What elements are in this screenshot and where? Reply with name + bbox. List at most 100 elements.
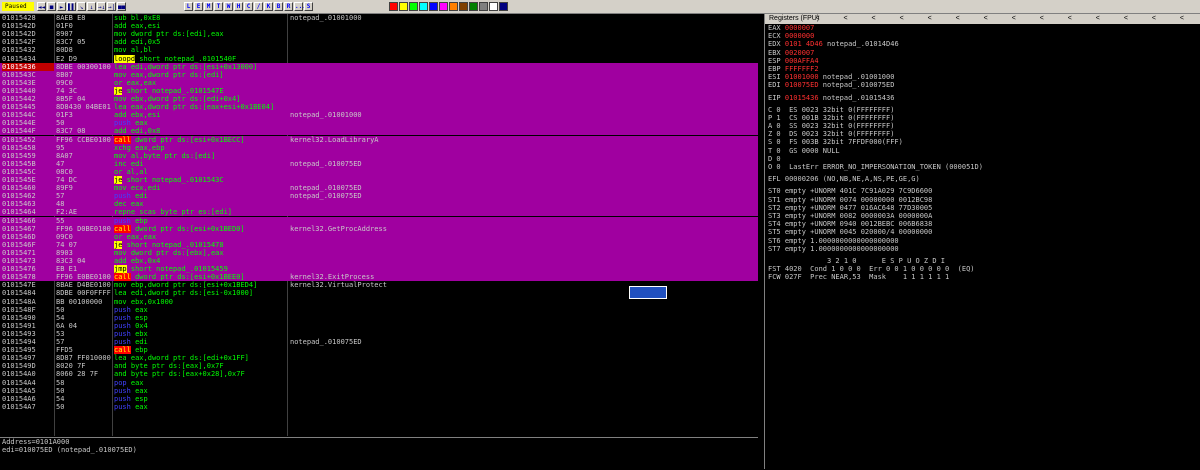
debug-control-button[interactable]: ►: [57, 2, 66, 11]
flag-row[interactable]: T 0 GS 0000 NULL: [765, 147, 1200, 155]
disasm-row[interactable]: 01015478 FF96 E0BE0100 call dword ptr ds:[…: [0, 273, 758, 282]
register-row[interactable]: EAX 0000007: [765, 24, 1200, 32]
window-button[interactable]: R: [284, 2, 293, 11]
color-button[interactable]: [439, 2, 448, 11]
window-button[interactable]: S: [304, 2, 313, 11]
debug-control-button[interactable]: ↘: [77, 2, 86, 11]
disasm-row[interactable]: 0101544F 83C7 08 add edi,0x8: [0, 127, 758, 136]
disasm-row[interactable]: 0101544C 01F3 add ebx,esi notepad_.01001000: [0, 111, 758, 120]
register-row[interactable]: EIP 01015436 notepad_.01015436: [765, 94, 1200, 102]
window-button[interactable]: K: [264, 2, 273, 11]
register-row[interactable]: EBX 0020007: [765, 49, 1200, 57]
fpu-row[interactable]: ST0 empty +UNORM 401C 7C91A029 7C9D6600: [765, 187, 1200, 195]
disasm-row[interactable]: 0101544E 50 push eax: [0, 119, 758, 128]
disasm-row[interactable]: 01015476 EB E1 jmp short notepad_.01015459: [0, 265, 758, 274]
window-button[interactable]: ...: [294, 2, 306, 11]
color-button[interactable]: [409, 2, 418, 11]
debug-control-button[interactable]: ↓: [87, 2, 96, 11]
debug-control-button[interactable]: ■■: [117, 2, 126, 11]
window-button[interactable]: E: [194, 2, 203, 11]
disasm-row[interactable]: 01015473 83C3 04 add ebx,0x4: [0, 257, 758, 266]
color-button[interactable]: [479, 2, 488, 11]
debug-control-button[interactable]: →↓: [97, 2, 106, 11]
disasm-row[interactable]: 0101546D 09C0 or eax,eax: [0, 232, 758, 241]
debug-control-button[interactable]: →|: [107, 2, 116, 11]
disasm-row[interactable]: 0101545E 74 DC je short notepad_.0101543C: [0, 176, 758, 185]
disasm-row[interactable]: 0101542D 8907 mov dword ptr ds:[edi],eax: [0, 30, 758, 38]
disasm-row[interactable]: 01015440 74 3C je short notepad_.0101547E: [0, 86, 758, 95]
disasm-row[interactable]: 01015445 8D8430 04BE01 lea eax,dword ptr d…: [0, 103, 758, 112]
fpu-row[interactable]: ST2 empty +UNORM 0477 016AC648 77D30005: [765, 204, 1200, 212]
window-button[interactable]: L: [184, 2, 193, 11]
disasm-row[interactable]: 010154A4 58 pop eax: [0, 379, 758, 387]
register-row[interactable]: EDX 0101 4D46 notepad_.01014D46: [765, 40, 1200, 48]
disasm-row[interactable]: 0101543C 8B07 mov eax,dword ptr ds:[edi]: [0, 70, 758, 79]
registers-pane[interactable]: Registers (FPU) < < < < < < < < < < < < …: [764, 14, 1200, 469]
window-button[interactable]: H: [234, 2, 243, 11]
fpu-row[interactable]: ST6 empty 1.0000000000000000000: [765, 237, 1200, 245]
fpu-row[interactable]: ST4 empty +UNORM 0940 0012BEBC 006B6838: [765, 220, 1200, 228]
register-row[interactable]: EDI 010075ED notepad_.010075ED: [765, 81, 1200, 89]
nav-arrows[interactable]: < < < < < < < < < < < < < <: [815, 14, 1195, 24]
color-button[interactable]: [399, 2, 408, 11]
fpu-row[interactable]: ST3 empty +UNORM 0082 0000003A 0000000A: [765, 212, 1200, 220]
disasm-row[interactable]: 01015491 6A 04 push 0x4: [0, 322, 758, 330]
disasm-row[interactable]: 010154A5 50 push eax: [0, 387, 758, 395]
disasm-row[interactable]: 0101543E 09C0 or eax,eax: [0, 78, 758, 87]
color-button[interactable]: [449, 2, 458, 11]
disasm-row[interactable]: 01015471 8903 mov dword ptr ds:[ebx],eax: [0, 248, 758, 257]
register-row[interactable]: ECX 0000000: [765, 32, 1200, 40]
color-button[interactable]: [419, 2, 428, 11]
disasm-row[interactable]: 01015464 F2:AE repne scas byte ptr es:[edi…: [0, 208, 758, 217]
disasm-row[interactable]: 01015463 48 dec eax: [0, 200, 758, 209]
disasm-row[interactable]: 0101545C 08C0 or al,al: [0, 167, 758, 176]
disasm-row[interactable]: 0101542D 01F0 add eax,esi: [0, 22, 758, 30]
disasm-row[interactable]: 01015458 95 xchg eax,ebp: [0, 143, 758, 152]
debug-control-button[interactable]: ◄◄: [37, 2, 46, 11]
disasm-row[interactable]: 01015436 8DBE 00300100 lea edi,dword ptr d…: [0, 62, 758, 71]
flag-row[interactable]: D 0: [765, 155, 1200, 163]
combo-widget[interactable]: [629, 286, 667, 299]
disasm-row[interactable]: 01015434 E2 D9 loopd short notepad_.010154…: [0, 54, 758, 63]
disasm-row[interactable]: 01015462 57 push edi notepad_.010075ED: [0, 192, 758, 201]
fpu-row[interactable]: ST7 empty 1.0000000000000000000: [765, 245, 1200, 253]
disasm-row[interactable]: 0101546F 74 07 je short notepad_.01015478: [0, 240, 758, 249]
disasm-row[interactable]: 0101548F 50 push eax: [0, 306, 758, 314]
register-row[interactable]: EBP FFFFFFF2: [765, 65, 1200, 73]
window-button[interactable]: /: [254, 2, 263, 11]
color-button[interactable]: [389, 2, 398, 11]
color-button[interactable]: [489, 2, 498, 11]
debug-control-button[interactable]: ▌▌: [67, 2, 76, 11]
fpu-status-row[interactable]: FCW 027F Prec NEAR,53 Mask 1 1 1 1 1 1: [765, 273, 1200, 281]
disasm-row[interactable]: 01015467 FF96 D0BE0100 call dword ptr ds:[…: [0, 224, 758, 233]
window-button[interactable]: W: [224, 2, 233, 11]
disasm-row[interactable]: 01015490 54 push esp: [0, 314, 758, 322]
disasm-row[interactable]: 0101542F 83C7 05 add edi,0x5: [0, 38, 758, 46]
color-button[interactable]: [429, 2, 438, 11]
window-button[interactable]: B: [274, 2, 283, 11]
fpu-row[interactable]: ST5 empty +UNORM 0045 020000/4 00000000: [765, 228, 1200, 236]
fpu-status-row[interactable]: 3 2 1 0 E S P U O Z D I: [765, 257, 1200, 265]
disasm-row[interactable]: 01015432 80D8 mov al,bl: [0, 46, 758, 54]
disasm-row[interactable]: 010154A7 50 push eax: [0, 403, 758, 411]
disasm-row[interactable]: 01015459 8A07 mov al,byte ptr ds:[edi]: [0, 151, 758, 160]
flag-row[interactable]: Z 0 DS 0023 32bit 0(FFFFFFFF): [765, 130, 1200, 138]
disasm-row[interactable]: 010154A6 54 push esp: [0, 395, 758, 403]
disasm-row[interactable]: 01015460 89F9 mov ecx,edi notepad_.010075ED: [0, 184, 758, 193]
disasm-row[interactable]: 01015494 57 push edi notepad_.010075ED: [0, 338, 758, 346]
color-button[interactable]: [459, 2, 468, 11]
fpu-row[interactable]: ST1 empty +UNORM 0074 00000000 0012BC98: [765, 196, 1200, 204]
window-button[interactable]: T: [214, 2, 223, 11]
flag-row[interactable]: C 0 ES 0023 32bit 0(FFFFFFFF): [765, 106, 1200, 114]
efl-row[interactable]: EFL 00000206 (NO,NB,NE,A,NS,PE,GE,G): [765, 175, 1200, 183]
disasm-row[interactable]: 01015495 FFD5 call ebp: [0, 346, 758, 355]
disasm-row[interactable]: 010154A0 8060 28 7F and byte ptr ds:[eax+0…: [0, 370, 758, 378]
register-row[interactable]: ESP 000AFFA4: [765, 57, 1200, 65]
disasm-row[interactable]: 01015442 8B5F 04 mov ebx,dword ptr ds:[edi…: [0, 95, 758, 104]
register-row[interactable]: ESI 01001000 notepad_.01001000: [765, 73, 1200, 81]
disasm-row[interactable]: 0101545B 47 inc edi notepad_.010075ED: [0, 159, 758, 168]
flag-row[interactable]: A 0 SS 0023 32bit 0(FFFFFFFF): [765, 122, 1200, 130]
window-button[interactable]: C: [244, 2, 253, 11]
color-button[interactable]: [469, 2, 478, 11]
window-button[interactable]: M: [204, 2, 213, 11]
